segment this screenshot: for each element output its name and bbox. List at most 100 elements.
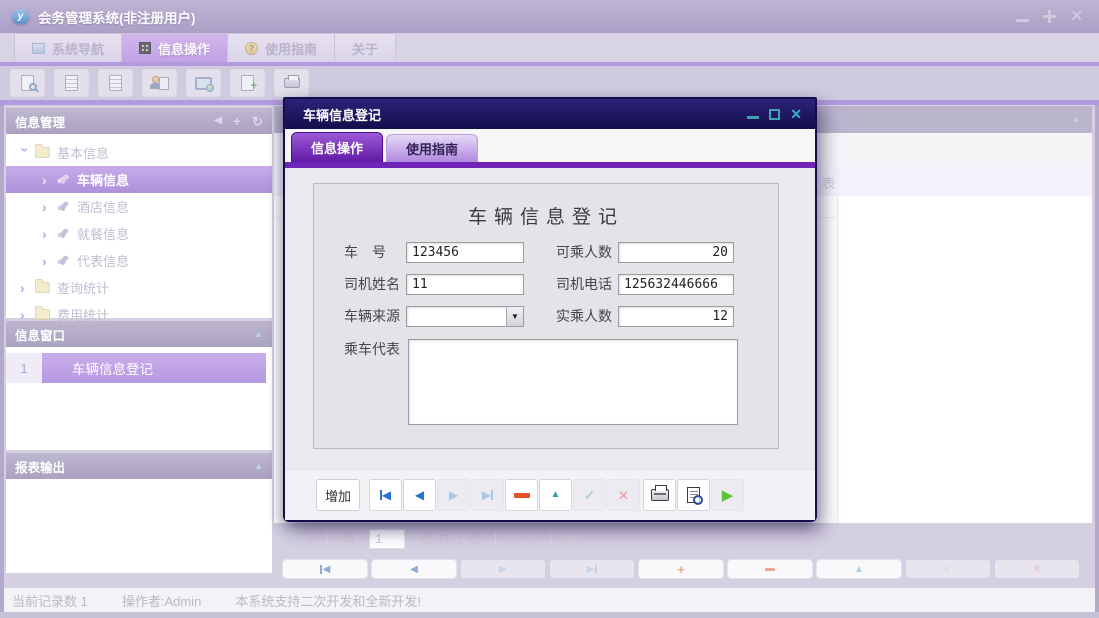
pager-last-icon[interactable]: » — [529, 531, 537, 547]
driver-name-input[interactable] — [406, 274, 524, 295]
first-record-button[interactable]: ◀ — [369, 479, 402, 511]
search-document-icon[interactable] — [10, 69, 45, 97]
nav-last-button[interactable]: ▶ — [550, 560, 634, 578]
chevron-right-icon[interactable]: › — [42, 227, 53, 241]
tree-item-basic-info[interactable]: › 基本信息 — [6, 139, 272, 166]
nav-insert-button[interactable]: + — [639, 560, 723, 578]
chevron-right-icon[interactable]: › — [20, 281, 31, 295]
collapse-icon[interactable]: ▲ — [1071, 115, 1080, 124]
tree-item-vehicle-info[interactable]: › 车辆信息 — [6, 166, 272, 193]
tree-item-query-stats[interactable]: › 查询统计 — [6, 274, 272, 301]
status-bar: 当前记录数 1 操作者:Admin 本系统支持二次开发和全新开发! — [4, 588, 1095, 612]
next-record-button[interactable]: ▶ — [437, 479, 470, 511]
dialog-close-icon[interactable]: ✕ — [790, 107, 802, 121]
chevron-right-icon[interactable]: › — [20, 308, 31, 322]
tree-item-dining-info[interactable]: › 就餐信息 — [6, 220, 272, 247]
delegate-card-icon[interactable] — [142, 69, 177, 97]
tab-about[interactable]: 关于 — [335, 33, 396, 62]
panel-header-icons: ◀ + ↻ — [214, 114, 263, 128]
refresh-icon[interactable]: ↻ — [252, 115, 263, 128]
delete-record-button[interactable] — [505, 479, 538, 511]
nav-edit-button[interactable]: ▲ — [817, 560, 901, 578]
dialog-title: 车辆信息登记 — [303, 105, 381, 124]
chevron-right-icon[interactable]: › — [42, 254, 53, 268]
nav-first-button[interactable]: ◀ — [283, 560, 367, 578]
tab-user-guide[interactable]: ? 使用指南 — [228, 33, 335, 62]
report-output-panel-header: 报表输出 ▲ — [6, 453, 272, 479]
dialog-tab-label: 使用指南 — [406, 139, 458, 158]
operator-text: 操作者:Admin — [122, 591, 201, 610]
tree-item-delegate-info[interactable]: › 代表信息 — [6, 247, 272, 274]
printer-shape — [284, 78, 300, 88]
actual-count-input[interactable] — [618, 306, 734, 327]
bar-shape — [595, 565, 597, 574]
right-triangle-icon: ▶ — [587, 564, 595, 575]
play-icon: ▶ — [722, 488, 734, 503]
list-item-label[interactable]: 车辆信息登记 — [42, 353, 266, 383]
collapse-icon[interactable]: ▲ — [254, 462, 263, 471]
nav-next-button[interactable]: ▶ — [461, 560, 545, 578]
print-preview-button[interactable] — [677, 479, 710, 511]
minimize-icon[interactable] — [1016, 19, 1029, 22]
tree-item-hotel-info[interactable]: › 酒店信息 — [6, 193, 272, 220]
vehicle-no-input[interactable] — [406, 242, 524, 263]
nav-cancel-button[interactable]: ✕ — [995, 560, 1079, 578]
collapse-left-icon[interactable]: ◀ — [214, 116, 222, 126]
dialog-tab-user-guide[interactable]: 使用指南 — [386, 134, 478, 162]
pager-refresh-icon[interactable]: ⟳ — [565, 530, 578, 548]
capacity-input[interactable] — [618, 242, 734, 263]
driver-phone-input[interactable] — [618, 274, 734, 295]
nav-prior-button[interactable]: ◀ — [372, 560, 456, 578]
pager-first-icon[interactable]: « — [286, 531, 294, 547]
plus-shape: + — [251, 81, 257, 92]
passengers-textarea[interactable] — [408, 339, 738, 425]
vehicle-source-select[interactable]: ▼ — [406, 306, 524, 327]
cancel-record-button[interactable]: ✕ — [607, 479, 640, 511]
tree-item-label: 酒店信息 — [77, 197, 129, 216]
window-browse-icon[interactable] — [186, 69, 221, 97]
dialog-minimize-icon[interactable] — [747, 116, 759, 119]
print-button[interactable] — [643, 479, 676, 511]
tab-system-nav[interactable]: 系统导航 — [14, 33, 122, 62]
tab-info-operation[interactable]: 信息操作 — [122, 33, 228, 62]
info-window-list: 1 车辆信息登记 — [6, 347, 272, 450]
pager-divider — [550, 532, 551, 546]
edit-record-button[interactable]: ▲ — [539, 479, 572, 511]
pager-prev-icon[interactable]: ‹ — [308, 531, 313, 547]
dialog-tab-info-operation[interactable]: 信息操作 — [291, 132, 383, 162]
main-toolbar: + — [0, 66, 1099, 100]
pager-page-input[interactable] — [369, 529, 405, 549]
add-button[interactable]: 增加 — [316, 479, 360, 511]
last-record-button[interactable]: ▶ — [471, 479, 504, 511]
minus-icon — [765, 568, 775, 571]
chevron-down-icon[interactable]: ▼ — [506, 307, 523, 326]
add-icon[interactable]: + — [233, 114, 241, 128]
chevron-right-icon[interactable]: › — [42, 173, 53, 187]
dialog-controls: ✕ — [747, 107, 802, 121]
document-icon[interactable] — [98, 69, 133, 97]
chevron-right-icon[interactable]: › — [42, 200, 53, 214]
dialog-maximize-icon[interactable] — [769, 109, 780, 120]
report-output-list — [6, 479, 272, 573]
prior-record-button[interactable]: ◀ — [403, 479, 436, 511]
list-item-index: 1 — [6, 353, 42, 383]
dialog-titlebar[interactable]: 车辆信息登记 ✕ — [285, 99, 815, 129]
nav-post-button[interactable]: ✓ — [906, 560, 990, 578]
print-export-icon[interactable] — [274, 69, 309, 97]
restore-icon[interactable] — [1043, 10, 1056, 23]
nav-delete-button[interactable] — [728, 560, 812, 578]
dialog-footer-toolbar: 增加 ◀ ◀ ▶ ▶ ▲ ✓ ✕ — [285, 469, 815, 520]
chevron-down-icon[interactable]: › — [19, 147, 33, 158]
driver-name-label: 司机姓名 — [344, 274, 400, 295]
record-count-text: 当前记录数 1 — [12, 591, 88, 610]
dining-item-icon — [57, 227, 70, 240]
post-record-button[interactable]: ✓ — [573, 479, 606, 511]
form-view-icon[interactable] — [54, 69, 89, 97]
collapse-icon[interactable]: ▲ — [254, 330, 263, 339]
document-add-icon[interactable]: + — [230, 69, 265, 97]
dialog-accent-strip — [285, 162, 815, 168]
close-icon[interactable]: ✕ — [1070, 9, 1083, 24]
list-item[interactable]: 1 车辆信息登记 — [6, 353, 272, 383]
run-button[interactable]: ▶ — [711, 479, 744, 511]
pager-next-icon[interactable]: › — [510, 531, 515, 547]
